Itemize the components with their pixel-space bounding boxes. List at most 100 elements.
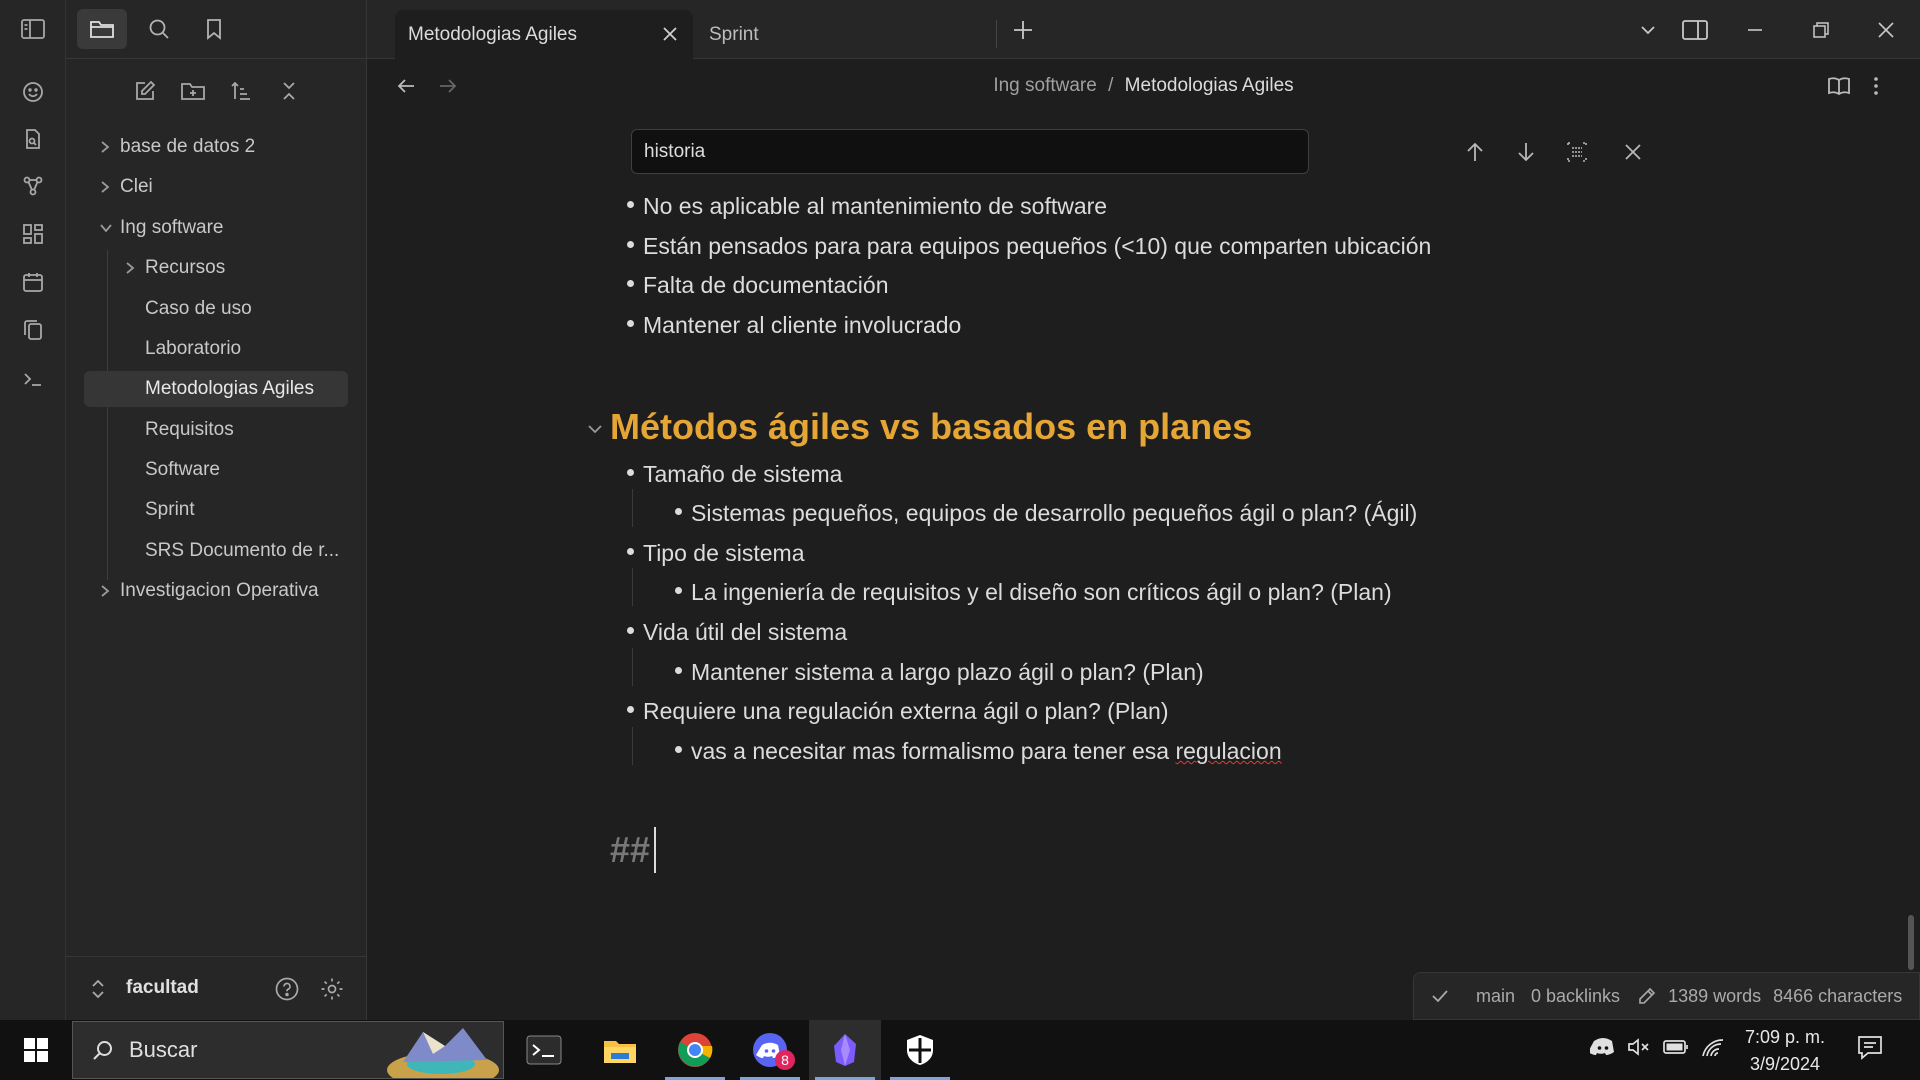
edit-icon bbox=[136, 80, 156, 100]
tree-file[interactable]: Laboratorio bbox=[109, 331, 348, 367]
tree-file[interactable]: Requisitos bbox=[109, 412, 348, 448]
tab-sprint[interactable]: Sprint bbox=[696, 10, 996, 59]
file-search-icon[interactable] bbox=[18, 124, 48, 154]
graph-view-icon[interactable] bbox=[18, 171, 48, 201]
tree-folder[interactable]: Recursos bbox=[109, 250, 348, 286]
windows-logo-icon bbox=[24, 1038, 48, 1062]
tree-folder[interactable]: base de datos 2 bbox=[84, 129, 348, 165]
list-item: vas a necesitar mas formalismo para tene… bbox=[675, 738, 1282, 765]
tab-metodologias-agiles[interactable]: Metodologias Agiles bbox=[395, 10, 693, 59]
list-item-text: vas a necesitar mas formalismo para tene… bbox=[691, 738, 1176, 764]
tree-label: Software bbox=[145, 459, 220, 480]
vault-name[interactable]: facultad bbox=[126, 977, 199, 999]
collapse-all-button[interactable] bbox=[274, 76, 304, 106]
bookmarks-tab-button[interactable] bbox=[189, 9, 239, 49]
tree-label: Caso de uso bbox=[145, 298, 252, 319]
close-window-button[interactable] bbox=[1864, 10, 1908, 50]
bullet bbox=[627, 548, 634, 556]
volume-muted-icon[interactable] bbox=[1626, 1036, 1652, 1058]
folder-plus-icon bbox=[181, 83, 205, 100]
taskbar-search-box[interactable]: Buscar bbox=[72, 1021, 504, 1079]
list-item: Sistemas pequeños, equipos de desarrollo… bbox=[675, 500, 1417, 527]
tree-folder[interactable]: Investigacion Operativa bbox=[84, 573, 348, 609]
chevron-right-icon bbox=[123, 260, 137, 276]
section-heading: Métodos ágiles vs basados en planes bbox=[610, 406, 1253, 447]
settings-gear-icon[interactable] bbox=[319, 976, 345, 1002]
battery-icon[interactable] bbox=[1662, 1036, 1690, 1058]
close-icon[interactable] bbox=[661, 25, 679, 43]
close-search-button[interactable] bbox=[1616, 135, 1650, 169]
tree-file[interactable]: SRS Documento de r... bbox=[109, 533, 348, 569]
tree-folder[interactable]: Ing software bbox=[84, 210, 348, 246]
previous-match-button[interactable] bbox=[1458, 135, 1492, 169]
editor-pane: Ing software / Metodologias Agiles histo… bbox=[367, 59, 1920, 1020]
reading-view-icon[interactable] bbox=[1827, 75, 1851, 97]
tree-label: SRS Documento de r... bbox=[145, 540, 340, 561]
bullet bbox=[627, 469, 634, 477]
breadcrumb: Ing software / Metodologias Agiles bbox=[367, 75, 1920, 97]
discord-tray-icon[interactable] bbox=[1590, 1036, 1616, 1058]
calendar-icon[interactable] bbox=[18, 267, 48, 297]
breadcrumb-current[interactable]: Metodologias Agiles bbox=[1125, 75, 1294, 96]
taskbar-obsidian[interactable] bbox=[809, 1020, 881, 1080]
daily-smile-icon[interactable] bbox=[18, 77, 48, 107]
sort-button[interactable] bbox=[226, 76, 256, 106]
misspelled-word[interactable]: regulacion bbox=[1175, 738, 1281, 764]
search-tab-button[interactable] bbox=[134, 9, 184, 49]
fold-chevron-icon[interactable] bbox=[586, 421, 604, 437]
file-explorer-icon bbox=[604, 1041, 636, 1063]
files-tab-button[interactable] bbox=[77, 9, 127, 49]
system-clock[interactable]: 7:09 p. m. 3/9/2024 bbox=[1740, 1024, 1830, 1078]
wifi-icon[interactable] bbox=[1700, 1036, 1726, 1058]
taskbar-file-explorer[interactable] bbox=[584, 1020, 656, 1080]
pencil-icon[interactable] bbox=[1636, 985, 1658, 1007]
backlinks-count[interactable]: 0 backlinks bbox=[1531, 986, 1620, 1007]
sidebar-toggle-icon[interactable] bbox=[18, 14, 48, 44]
git-branch[interactable]: main bbox=[1476, 986, 1515, 1007]
chevron-up-down-icon[interactable] bbox=[90, 977, 106, 1001]
sync-check-icon[interactable] bbox=[1430, 986, 1450, 1006]
breadcrumb-parent[interactable]: Ing software bbox=[993, 75, 1097, 96]
more-options-icon[interactable] bbox=[1871, 75, 1881, 97]
tree-file[interactable]: Caso de uso bbox=[109, 291, 348, 327]
tree-file-active[interactable]: Metodologias Agiles bbox=[84, 371, 348, 407]
right-sidebar-toggle[interactable] bbox=[1673, 10, 1717, 50]
plus-icon bbox=[1014, 21, 1032, 39]
new-tab-button[interactable] bbox=[1001, 10, 1045, 50]
select-all-matches-button[interactable] bbox=[1560, 135, 1594, 169]
list-item-text: Están pensados para para equipos pequeño… bbox=[643, 233, 1432, 259]
start-button[interactable] bbox=[0, 1020, 72, 1080]
list-item: Tamaño de sistema bbox=[627, 461, 842, 488]
minimize-button[interactable] bbox=[1733, 10, 1777, 50]
tree-label: Ing software bbox=[120, 217, 224, 238]
tree-folder[interactable]: Clei bbox=[84, 169, 348, 205]
bookmark-icon bbox=[207, 19, 221, 40]
terminal-icon[interactable] bbox=[18, 364, 48, 394]
taskbar-discord[interactable]: 8 bbox=[734, 1020, 806, 1080]
tree-file[interactable]: Sprint bbox=[109, 492, 348, 528]
find-input[interactable]: historia bbox=[631, 129, 1309, 174]
scrollbar-thumb[interactable] bbox=[1908, 915, 1914, 970]
list-item-text: Sistemas pequeños, equipos de desarrollo… bbox=[691, 500, 1418, 526]
list-item: Requiere una regulación externa ágil o p… bbox=[627, 698, 1169, 725]
tree-file[interactable]: Software bbox=[109, 452, 348, 488]
notifications-icon[interactable] bbox=[1856, 1034, 1884, 1060]
restore-button[interactable] bbox=[1799, 10, 1843, 50]
tree-label: Sprint bbox=[145, 499, 195, 520]
next-match-button[interactable] bbox=[1509, 135, 1543, 169]
help-icon[interactable] bbox=[274, 976, 300, 1002]
canvas-grid-icon[interactable] bbox=[18, 219, 48, 249]
new-folder-button[interactable] bbox=[178, 76, 208, 106]
tree-label: Metodologias Agiles bbox=[145, 378, 314, 399]
copy-pages-icon[interactable] bbox=[18, 315, 48, 345]
list-item-text: Falta de documentación bbox=[643, 272, 889, 298]
new-note-button[interactable] bbox=[130, 76, 160, 106]
text-cursor bbox=[654, 827, 656, 873]
taskbar-terminal[interactable] bbox=[508, 1020, 580, 1080]
list-item-text: Requiere una regulación externa ágil o p… bbox=[643, 698, 1169, 724]
bullet bbox=[627, 201, 634, 209]
taskbar-chrome[interactable] bbox=[659, 1020, 731, 1080]
tab-list-dropdown[interactable] bbox=[1626, 10, 1670, 50]
list-item: Falta de documentación bbox=[627, 272, 889, 299]
taskbar-security[interactable] bbox=[884, 1020, 956, 1080]
